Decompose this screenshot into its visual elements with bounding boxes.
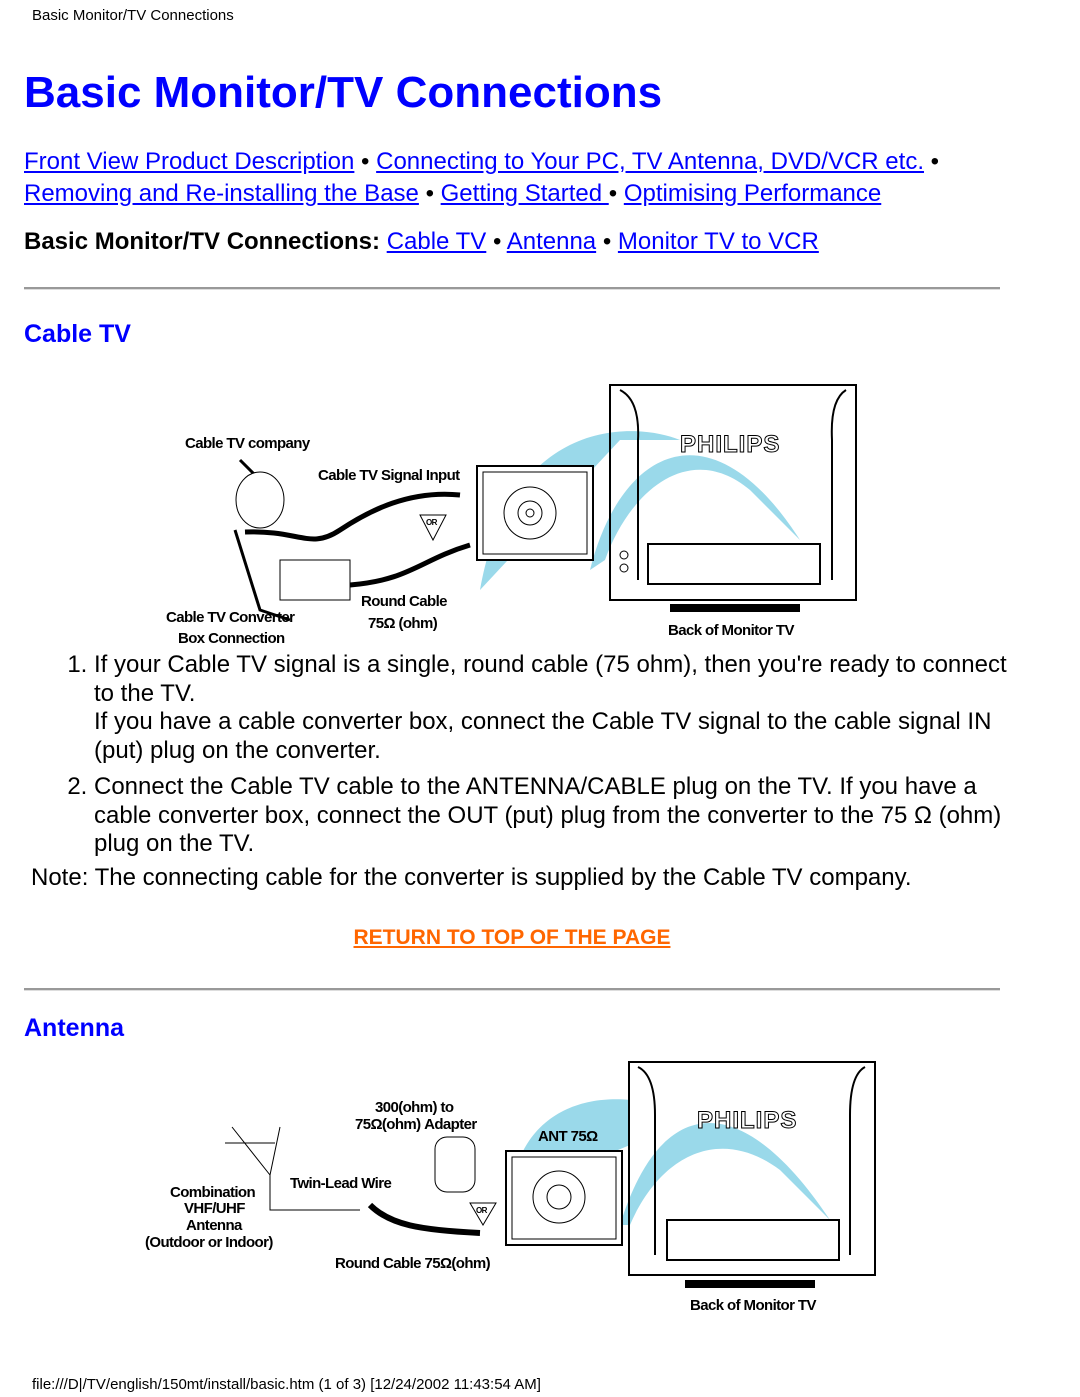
brand-logo: PHILIPS [697, 1107, 797, 1134]
adapter-icon [434, 1136, 476, 1193]
link-antenna[interactable]: Antenna [507, 228, 596, 255]
label-round-cable: Round Cable 75Ω(ohm) [335, 1255, 491, 1272]
cable [349, 542, 471, 588]
label-back-of-monitor: Back of Monitor TV [690, 1297, 816, 1314]
separator: • [492, 228, 502, 255]
step-1: If your Cable TV signal is a single, rou… [94, 651, 1014, 765]
link-cable-tv[interactable]: Cable TV [387, 228, 487, 255]
nav-links: Front View Product Description • Connect… [24, 146, 1024, 210]
divider [24, 988, 1000, 991]
subnav-label: Basic Monitor/TV Connections: [24, 228, 381, 255]
label-adapter-2: 75Ω(ohm) Adapter [355, 1116, 477, 1133]
return-to-top-link[interactable]: RETURN TO TOP OF THE PAGE [354, 926, 671, 949]
separator: • [608, 180, 618, 207]
section-heading-cable-tv: Cable TV [24, 320, 131, 348]
or-label: OR [476, 1206, 488, 1215]
antenna-diagram: PHILIPS OR 300(ohm) to 75Ω(ohm) Adapter … [145, 1061, 876, 1314]
label-outdoor-indoor: (Outdoor or Indoor) [145, 1234, 273, 1251]
label-vhf-uhf: VHF/UHF [184, 1200, 245, 1217]
link-getting-started[interactable]: Getting Started [441, 180, 609, 207]
step-text: Connect the Cable TV cable to the ANTENN… [94, 773, 1002, 857]
note: Note: The connecting cable for the conve… [31, 864, 912, 891]
step-text: If you have a cable converter box, conne… [94, 708, 992, 764]
separator: • [602, 228, 612, 255]
satellite-dish-icon [235, 471, 285, 529]
label-adapter: 300(ohm) to [375, 1099, 454, 1116]
link-optimising[interactable]: Optimising Performance [624, 180, 881, 207]
label-company: Cable TV company [185, 435, 311, 452]
label-round-cable-2: 75Ω (ohm) [368, 615, 438, 632]
label-round-cable: Round Cable [361, 593, 447, 610]
separator: • [930, 148, 940, 175]
header-title: Basic Monitor/TV Connections [32, 7, 234, 24]
cable-tv-steps: If your Cable TV signal is a single, rou… [24, 651, 1014, 867]
separator: • [361, 148, 370, 175]
link-removing-base[interactable]: Removing and Re-installing the Base [24, 180, 419, 207]
step-2: Connect the Cable TV cable to the ANTENN… [94, 773, 1014, 859]
label-combination: Combination [170, 1184, 255, 1201]
label-twin-lead: Twin-Lead Wire [290, 1175, 391, 1192]
highlight-beam [620, 1123, 830, 1225]
converter-box [279, 559, 351, 601]
cable-tv-diagram: PHILIPS OR Cable TV company Cable TV Sig… [166, 384, 857, 647]
label-signal-input: Cable TV Signal Input [318, 467, 460, 484]
link-front-view[interactable]: Front View Product Description [24, 148, 354, 175]
step-text: If your Cable TV signal is a single, rou… [94, 651, 1007, 707]
separator: • [425, 180, 434, 207]
connector-panel [505, 1150, 623, 1246]
section-heading-antenna: Antenna [24, 1014, 124, 1042]
label-back-of-monitor: Back of Monitor TV [668, 622, 794, 639]
label-converter: Cable TV Converter [166, 609, 295, 626]
divider [24, 287, 1000, 290]
label-converter-2: Box Connection [178, 630, 285, 647]
page-title: Basic Monitor/TV Connections [24, 68, 663, 117]
footer-path: file:///D|/TV/english/150mt/install/basi… [32, 1376, 541, 1393]
page: Basic Monitor/TV Connections Basic Monit… [0, 0, 1080, 1397]
label-antenna: Antenna [186, 1217, 243, 1234]
link-monitor-vcr[interactable]: Monitor TV to VCR [618, 228, 819, 255]
subnav: Basic Monitor/TV Connections: Cable TV •… [24, 228, 819, 256]
brand-logo: PHILIPS [680, 431, 780, 458]
connector-panel [476, 465, 594, 561]
or-label: OR [426, 518, 438, 527]
link-connecting[interactable]: Connecting to Your PC, TV Antenna, DVD/V… [376, 148, 924, 175]
label-ant: ANT 75Ω [538, 1128, 598, 1145]
